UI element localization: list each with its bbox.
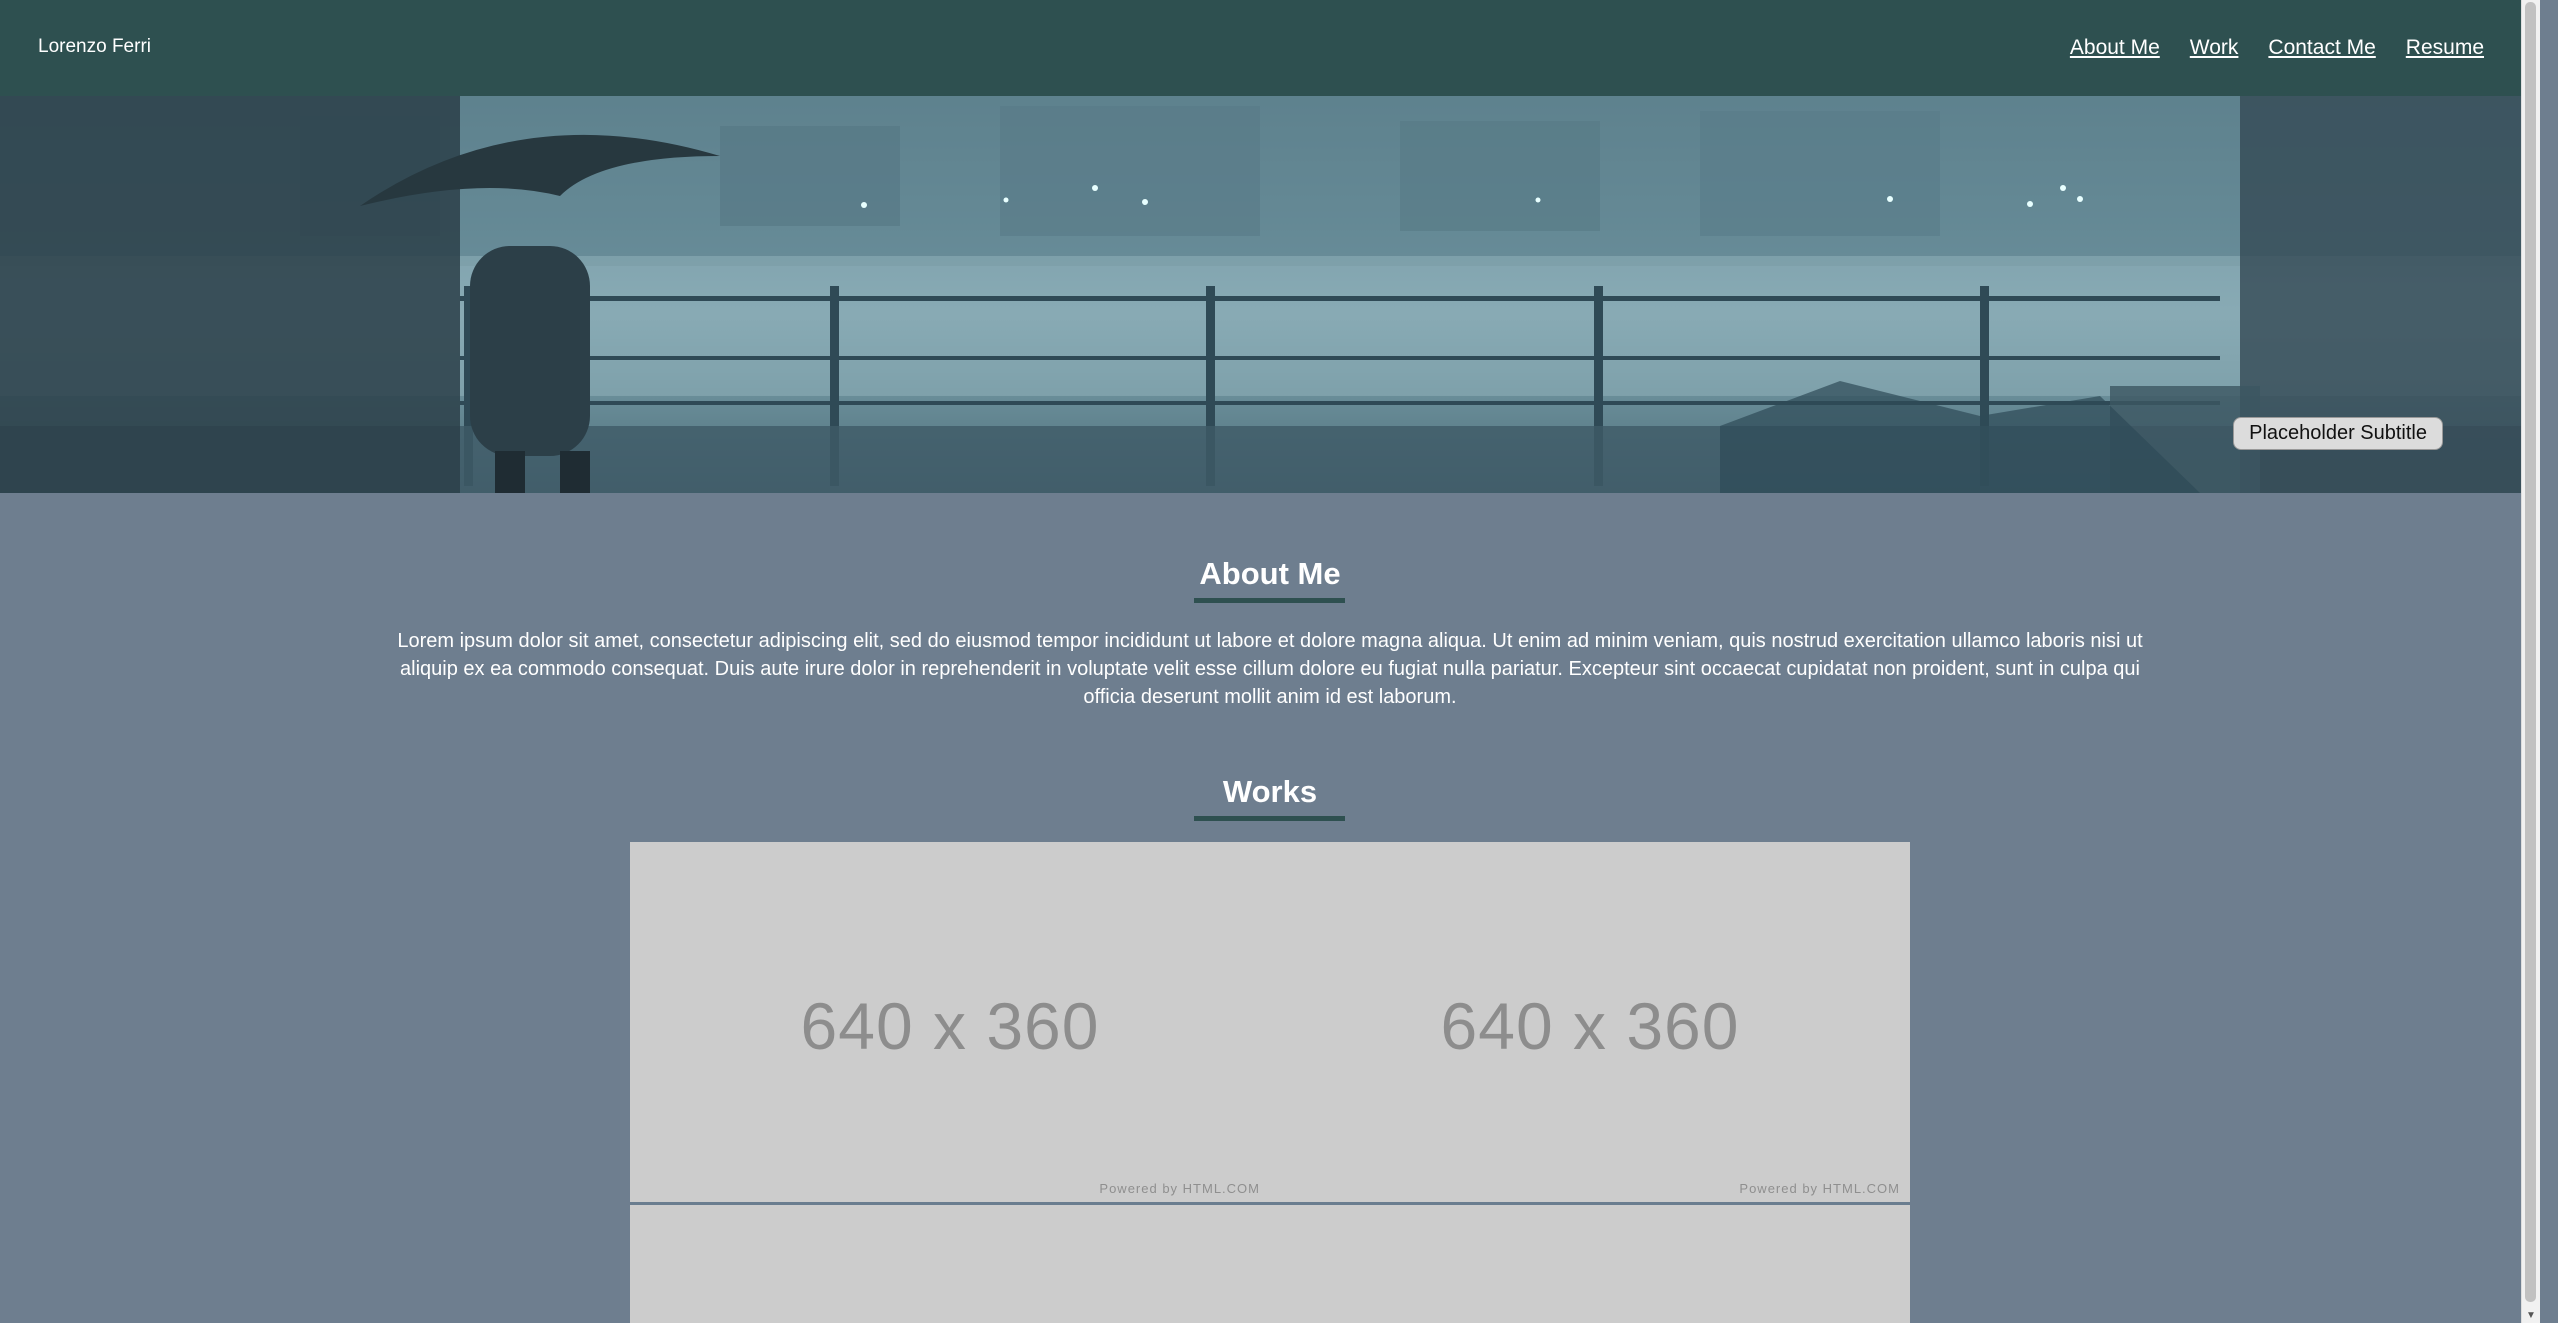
works-row-divider <box>630 1202 1910 1205</box>
powered-by-label: Powered by HTML.COM <box>1739 1181 1900 1196</box>
work-item[interactable]: 640 x 360 Powered by HTML.COM <box>1270 842 1910 1202</box>
nav-link-resume[interactable]: Resume <box>2406 36 2484 60</box>
image-placeholder-label: 640 x 360 <box>1440 989 1740 1063</box>
works-section-title: Works <box>1222 774 1318 809</box>
about-title-underline <box>1194 598 1345 603</box>
scroll-down-arrow-icon[interactable]: ▼ <box>2526 1310 2536 1321</box>
about-section-title: About Me <box>1199 556 1341 591</box>
top-navbar: Lorenzo Ferri About Me Work Contact Me R… <box>0 0 2540 96</box>
hero-illustration <box>0 96 2540 493</box>
nav-link-about-me[interactable]: About Me <box>2070 36 2160 60</box>
site-brand[interactable]: Lorenzo Ferri <box>38 36 151 58</box>
nav-link-work[interactable]: Work <box>2190 36 2239 60</box>
works-gallery: 640 x 360 Powered by HTML.COM 640 x 360 … <box>630 842 1910 1323</box>
works-row: 640 x 360 Powered by HTML.COM 640 x 360 … <box>630 842 1910 1202</box>
work-item[interactable]: 640 x 360 Powered by HTML.COM <box>630 842 1270 1202</box>
hero-subtitle: Placeholder Subtitle <box>2233 417 2443 450</box>
powered-by-label: Powered by HTML.COM <box>1099 1181 1260 1196</box>
scrollbar-thumb[interactable] <box>2525 2 2536 1302</box>
main-nav: About Me Work Contact Me Resume <box>2070 36 2484 60</box>
vertical-scrollbar[interactable]: ▼ <box>2521 0 2540 1323</box>
hero-banner: Placeholder Subtitle <box>0 96 2540 493</box>
about-paragraph: Lorem ipsum dolor sit amet, consectetur … <box>397 630 2143 708</box>
page: Lorenzo Ferri About Me Work Contact Me R… <box>0 0 2540 1323</box>
image-placeholder-label: 640 x 360 <box>800 989 1100 1063</box>
works-title-underline <box>1194 816 1345 821</box>
nav-link-contact-me[interactable]: Contact Me <box>2268 36 2375 60</box>
